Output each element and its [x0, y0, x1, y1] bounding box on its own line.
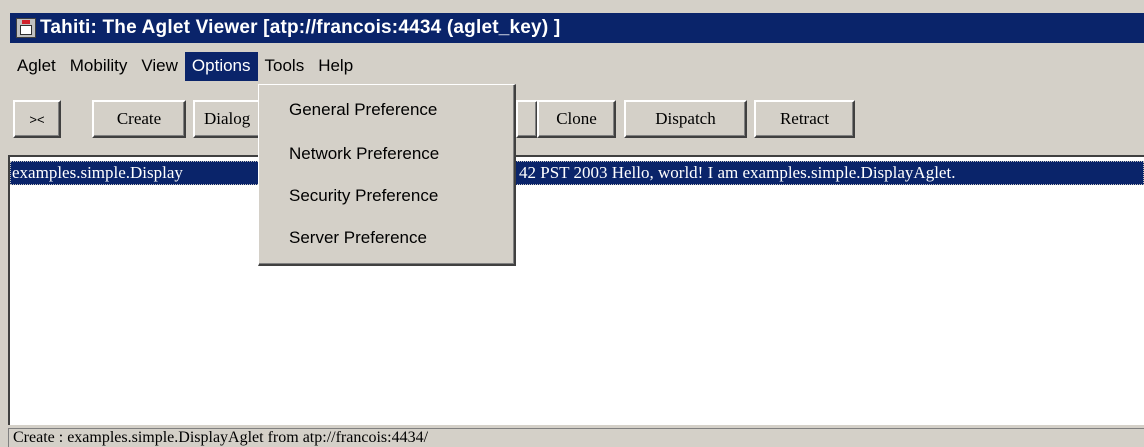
aglet-viewer-window: Tahiti: The Aglet Viewer [atp://francois… [0, 0, 1144, 447]
menu-options[interactable]: Options [184, 51, 258, 81]
menu-help[interactable]: Help [311, 52, 360, 81]
create-button[interactable]: Create [92, 100, 186, 138]
menu-tools[interactable]: Tools [258, 52, 312, 81]
dispatch-button[interactable]: Dispatch [624, 100, 747, 138]
java-cup-icon [16, 18, 36, 38]
aglet-list[interactable]: examples.simple.Display 42 PST 2003 Hello… [8, 155, 1144, 425]
list-item-right-text: 42 PST 2003 Hello, world! I am examples.… [519, 163, 956, 182]
window-title: Tahiti: The Aglet Viewer [atp://francois… [40, 17, 561, 38]
hidden-toolbar-button[interactable] [516, 100, 538, 138]
list-item[interactable]: examples.simple.Display 42 PST 2003 Hello… [10, 161, 1144, 185]
menu-item-security-preference[interactable]: Security Preference [289, 186, 438, 206]
options-menu-dropdown: General Preference Network Preference Se… [258, 84, 516, 266]
toolbar: >< Create Dialog Clone Dispatch Retract [10, 92, 1144, 148]
menu-view[interactable]: View [134, 52, 185, 81]
retract-button[interactable]: Retract [754, 100, 855, 138]
status-bar: Create : examples.simple.DisplayAglet fr… [8, 428, 1144, 447]
menu-aglet[interactable]: Aglet [10, 52, 63, 81]
menu-item-general-preference[interactable]: General Preference [289, 100, 437, 120]
menu-mobility[interactable]: Mobility [63, 52, 135, 81]
clone-button[interactable]: Clone [537, 100, 616, 138]
menu-item-network-preference[interactable]: Network Preference [289, 144, 439, 164]
title-bar[interactable]: Tahiti: The Aglet Viewer [atp://francois… [10, 13, 1144, 43]
menu-bar: Aglet Mobility View Options Tools Help [10, 50, 1144, 82]
menu-item-server-preference[interactable]: Server Preference [289, 228, 427, 248]
collapse-button[interactable]: >< [13, 100, 61, 138]
list-item-left-text: examples.simple.Display [12, 163, 183, 182]
